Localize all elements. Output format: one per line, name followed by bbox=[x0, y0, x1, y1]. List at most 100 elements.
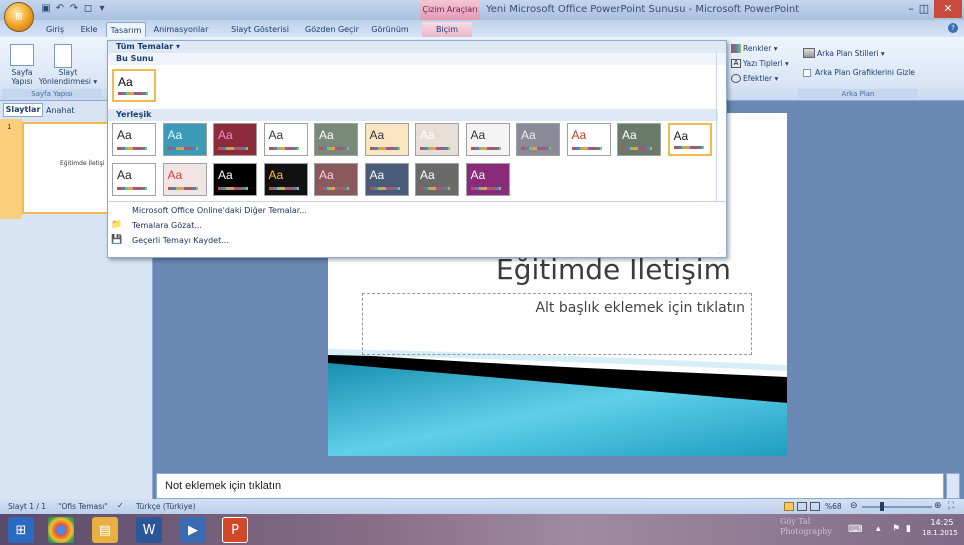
zoom-thumb[interactable] bbox=[880, 502, 884, 511]
restore-button[interactable]: ◫ bbox=[914, 0, 934, 18]
hide-background-label: Arka Plan Grafiklerini Gizle bbox=[815, 68, 915, 77]
slide-thumb-number: 1 bbox=[7, 123, 12, 131]
word-icon[interactable]: W bbox=[136, 517, 162, 543]
new-icon[interactable]: ◻ bbox=[82, 3, 94, 15]
save-theme-icon: 💾 bbox=[111, 235, 123, 245]
page-setup-button[interactable]: Sayfa Yapısı bbox=[4, 68, 40, 86]
theme-thumb-4[interactable]: Aa bbox=[263, 123, 308, 156]
folder-icon: 📁 bbox=[111, 220, 123, 230]
theme-thumb-1[interactable]: Aa bbox=[112, 123, 156, 156]
redo-icon[interactable]: ↷ bbox=[68, 3, 80, 15]
subtitle-text: Alt başlık eklemek için tıklatın bbox=[535, 300, 745, 316]
fonts-icon[interactable]: A bbox=[731, 59, 741, 68]
theme-thumb-19[interactable]: Aa bbox=[415, 163, 459, 196]
tab-giris[interactable]: Giriş bbox=[40, 22, 70, 37]
zoom-out-icon[interactable]: ⊖ bbox=[850, 501, 858, 511]
explorer-icon[interactable]: ▤ bbox=[92, 517, 118, 543]
status-theme: "Ofis Teması" bbox=[58, 502, 108, 511]
qat-customize-icon[interactable]: ▾ bbox=[96, 3, 108, 15]
theme-thumb-7[interactable]: Aa bbox=[415, 123, 459, 156]
tray-arrow-icon[interactable]: ▴ bbox=[876, 524, 881, 534]
slide-orientation-icon[interactable] bbox=[54, 44, 72, 68]
watermark: Göy Tal Photography bbox=[780, 517, 832, 536]
notes-pane[interactable]: Not eklemek için tıklatın bbox=[156, 473, 944, 499]
tab-animasyonlar[interactable]: Animasyonlar bbox=[148, 22, 214, 37]
theme-thumb-5[interactable]: Aa bbox=[314, 123, 358, 156]
theme-thumb-current[interactable]: Aa bbox=[112, 69, 156, 102]
effects-button[interactable]: Efektler ▾ bbox=[743, 74, 778, 83]
notes-scrollbar[interactable] bbox=[946, 473, 960, 499]
theme-thumb-16[interactable]: Aa bbox=[263, 163, 308, 196]
hide-background-checkbox[interactable] bbox=[803, 69, 811, 77]
taskbar: ⊞ ▤ W ▶ P Göy Tal Photography ⌨ ▴ ⚑ ▮ 14… bbox=[0, 514, 964, 545]
tab-bicim[interactable]: Biçim bbox=[422, 22, 472, 37]
spellcheck-icon[interactable]: ✓ bbox=[117, 501, 124, 510]
theme-thumb-14[interactable]: Aa bbox=[162, 163, 207, 196]
sorter-view-icon[interactable] bbox=[797, 502, 807, 511]
subtitle-placeholder[interactable]: Alt başlık eklemek için tıklatın bbox=[362, 293, 752, 355]
fit-window-icon[interactable]: ⛶ bbox=[948, 501, 954, 511]
title-bar bbox=[0, 0, 964, 20]
theme-thumb-15[interactable]: Aa bbox=[213, 163, 257, 196]
slide-orientation-button[interactable]: Slayt Yönlendirmesi ▾ bbox=[38, 68, 98, 86]
close-button[interactable]: ✕ bbox=[934, 0, 962, 18]
theme-thumb-10[interactable]: Aa bbox=[566, 123, 611, 156]
office-button[interactable]: ⊞ bbox=[4, 2, 34, 32]
tab-gozden-gecir[interactable]: Gözden Geçir bbox=[300, 22, 364, 37]
chrome-icon[interactable] bbox=[48, 517, 74, 543]
status-language[interactable]: Türkçe (Türkiye) bbox=[136, 502, 196, 511]
page-setup-icon[interactable] bbox=[10, 44, 34, 66]
theme-thumb-8[interactable]: Aa bbox=[465, 123, 510, 156]
menu-browse-themes[interactable]: 📁 Temalara Gözat... bbox=[108, 218, 708, 233]
theme-thumb-18[interactable]: Aa bbox=[364, 163, 409, 196]
theme-thumb-17[interactable]: Aa bbox=[314, 163, 358, 196]
tab-ekle[interactable]: Ekle bbox=[74, 22, 104, 37]
slide-thumb-title: Eğitimde İletişi bbox=[60, 160, 105, 167]
start-icon[interactable]: ⊞ bbox=[8, 517, 34, 543]
zoom-slider[interactable] bbox=[862, 506, 932, 508]
help-icon[interactable]: ? bbox=[948, 23, 958, 33]
fonts-button[interactable]: Yazı Tipleri ▾ bbox=[743, 59, 789, 68]
menu-save-theme[interactable]: 💾 Geçerli Temayı Kaydet... bbox=[108, 233, 708, 248]
media-icon[interactable]: ▶ bbox=[180, 517, 206, 543]
gallery-header[interactable]: Tüm Temalar ▾ bbox=[108, 41, 726, 53]
keyboard-icon[interactable]: ⌨ bbox=[848, 524, 862, 535]
normal-view-icon[interactable] bbox=[784, 502, 794, 511]
effects-icon[interactable] bbox=[731, 74, 741, 83]
theme-thumb-2[interactable]: Aa bbox=[162, 123, 207, 156]
resize-grip-icon[interactable]: ⋰ bbox=[718, 248, 724, 255]
slide-thumb-highlight bbox=[0, 119, 22, 219]
tab-tasarim[interactable]: Tasarım bbox=[106, 22, 146, 37]
save-icon[interactable]: ▣ bbox=[40, 3, 52, 15]
theme-thumb-20[interactable]: Aa bbox=[465, 163, 510, 196]
zoom-in-icon[interactable]: ⊕ bbox=[934, 501, 942, 511]
powerpoint-icon[interactable]: P bbox=[222, 517, 248, 543]
undo-icon[interactable]: ↶ bbox=[54, 3, 66, 15]
colors-button[interactable]: Renkler ▾ bbox=[743, 44, 778, 53]
tab-slides[interactable]: Slaytlar bbox=[3, 103, 43, 117]
background-styles-icon[interactable] bbox=[803, 48, 815, 58]
theme-thumb-11[interactable]: Aa bbox=[617, 123, 661, 156]
clock-time[interactable]: 14:25 bbox=[924, 518, 960, 527]
theme-thumb-13[interactable]: Aa bbox=[112, 163, 156, 196]
clock-date[interactable]: 18.1.2015 bbox=[920, 529, 960, 537]
zoom-level[interactable]: %68 bbox=[825, 502, 842, 511]
background-styles-button[interactable]: Arka Plan Stilleri ▾ bbox=[817, 49, 885, 58]
theme-gallery: Tüm Temalar ▾ Bu Sunu Aa Yerleşik Micros… bbox=[107, 40, 727, 258]
section-this-presentation: Bu Sunu bbox=[108, 53, 726, 65]
group-label-background: Arka Plan bbox=[798, 89, 918, 99]
theme-thumb-6[interactable]: Aa bbox=[364, 123, 409, 156]
theme-thumb-12[interactable]: Aa bbox=[667, 123, 712, 156]
slideshow-view-icon[interactable] bbox=[810, 502, 820, 511]
status-slide: Slayt 1 / 1 bbox=[8, 502, 47, 511]
colors-icon[interactable] bbox=[731, 44, 741, 53]
network-icon[interactable]: ▮ bbox=[906, 524, 911, 534]
tab-slayt-gosterisi[interactable]: Slayt Gösterisi bbox=[226, 22, 294, 37]
menu-online-themes[interactable]: Microsoft Office Online'daki Diğer Temal… bbox=[108, 203, 708, 218]
flag-icon[interactable]: ⚑ bbox=[892, 524, 900, 534]
theme-thumb-3[interactable]: Aa bbox=[213, 123, 257, 156]
tab-outline[interactable]: Anahat bbox=[46, 104, 86, 117]
tab-gorunum[interactable]: Görünüm bbox=[368, 22, 412, 37]
gallery-scrollbar[interactable] bbox=[716, 53, 724, 201]
theme-thumb-9[interactable]: Aa bbox=[516, 123, 560, 156]
